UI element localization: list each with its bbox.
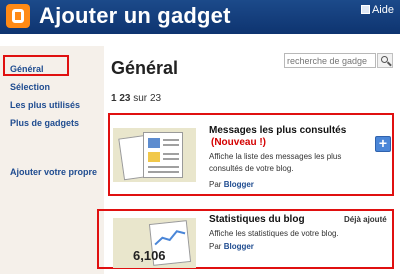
stats-number: 6,106 [133,248,166,263]
sidebar [0,46,104,274]
gadget-description: Affiche les statistiques de votre blog. [209,229,339,238]
blogger-logo-icon[interactable] [6,4,30,28]
by-label: Par [209,242,222,251]
sidebar-item-general[interactable]: Général [10,64,44,74]
pagination-total: 23 [149,93,162,104]
add-gadget-button[interactable]: + [375,136,391,152]
pagination: 1 23 sur 23 [111,93,161,104]
gadget-description: Affiche la liste des messages les plus c… [209,152,342,173]
author-link[interactable]: Blogger [224,242,254,251]
gadget-thumbnail-popular-posts [113,128,196,182]
help-label: Aide [371,4,394,16]
gadget-title[interactable]: Statistiques du blog [209,214,305,225]
gadget-thumbnail-blog-stats: 6,106 [113,218,196,268]
pagination-range: 1 23 [111,93,131,104]
already-added-status: Déjà ajouté [344,215,387,224]
graph-icon [154,230,186,246]
help-icon [360,5,370,14]
gadget-author-line: Par Blogger [209,242,254,251]
sidebar-item-most-used[interactable]: Les plus utilisés [10,100,80,110]
by-label: Par [209,180,222,189]
author-link[interactable]: Blogger [224,180,254,189]
sidebar-item-more-gadgets[interactable]: Plus de gadgets [10,118,79,128]
gadget-author-line: Par Blogger [209,180,254,189]
sidebar-item-selection[interactable]: Sélection [10,82,50,92]
section-title: Général [111,58,179,78]
page-header-title: Ajouter un gadget [39,3,231,28]
search-button[interactable] [377,53,393,68]
pagination-of: sur [133,93,148,104]
new-badge: (Nouveau !) [211,137,266,148]
help-link[interactable]: Aide [360,4,394,16]
gadget-title[interactable]: Messages les plus consultés [209,125,346,136]
search-input[interactable] [284,53,376,68]
sidebar-item-add-your-own[interactable]: Ajouter votre propre [10,167,97,177]
header-bar: Ajouter un gadget Aide [0,0,400,34]
